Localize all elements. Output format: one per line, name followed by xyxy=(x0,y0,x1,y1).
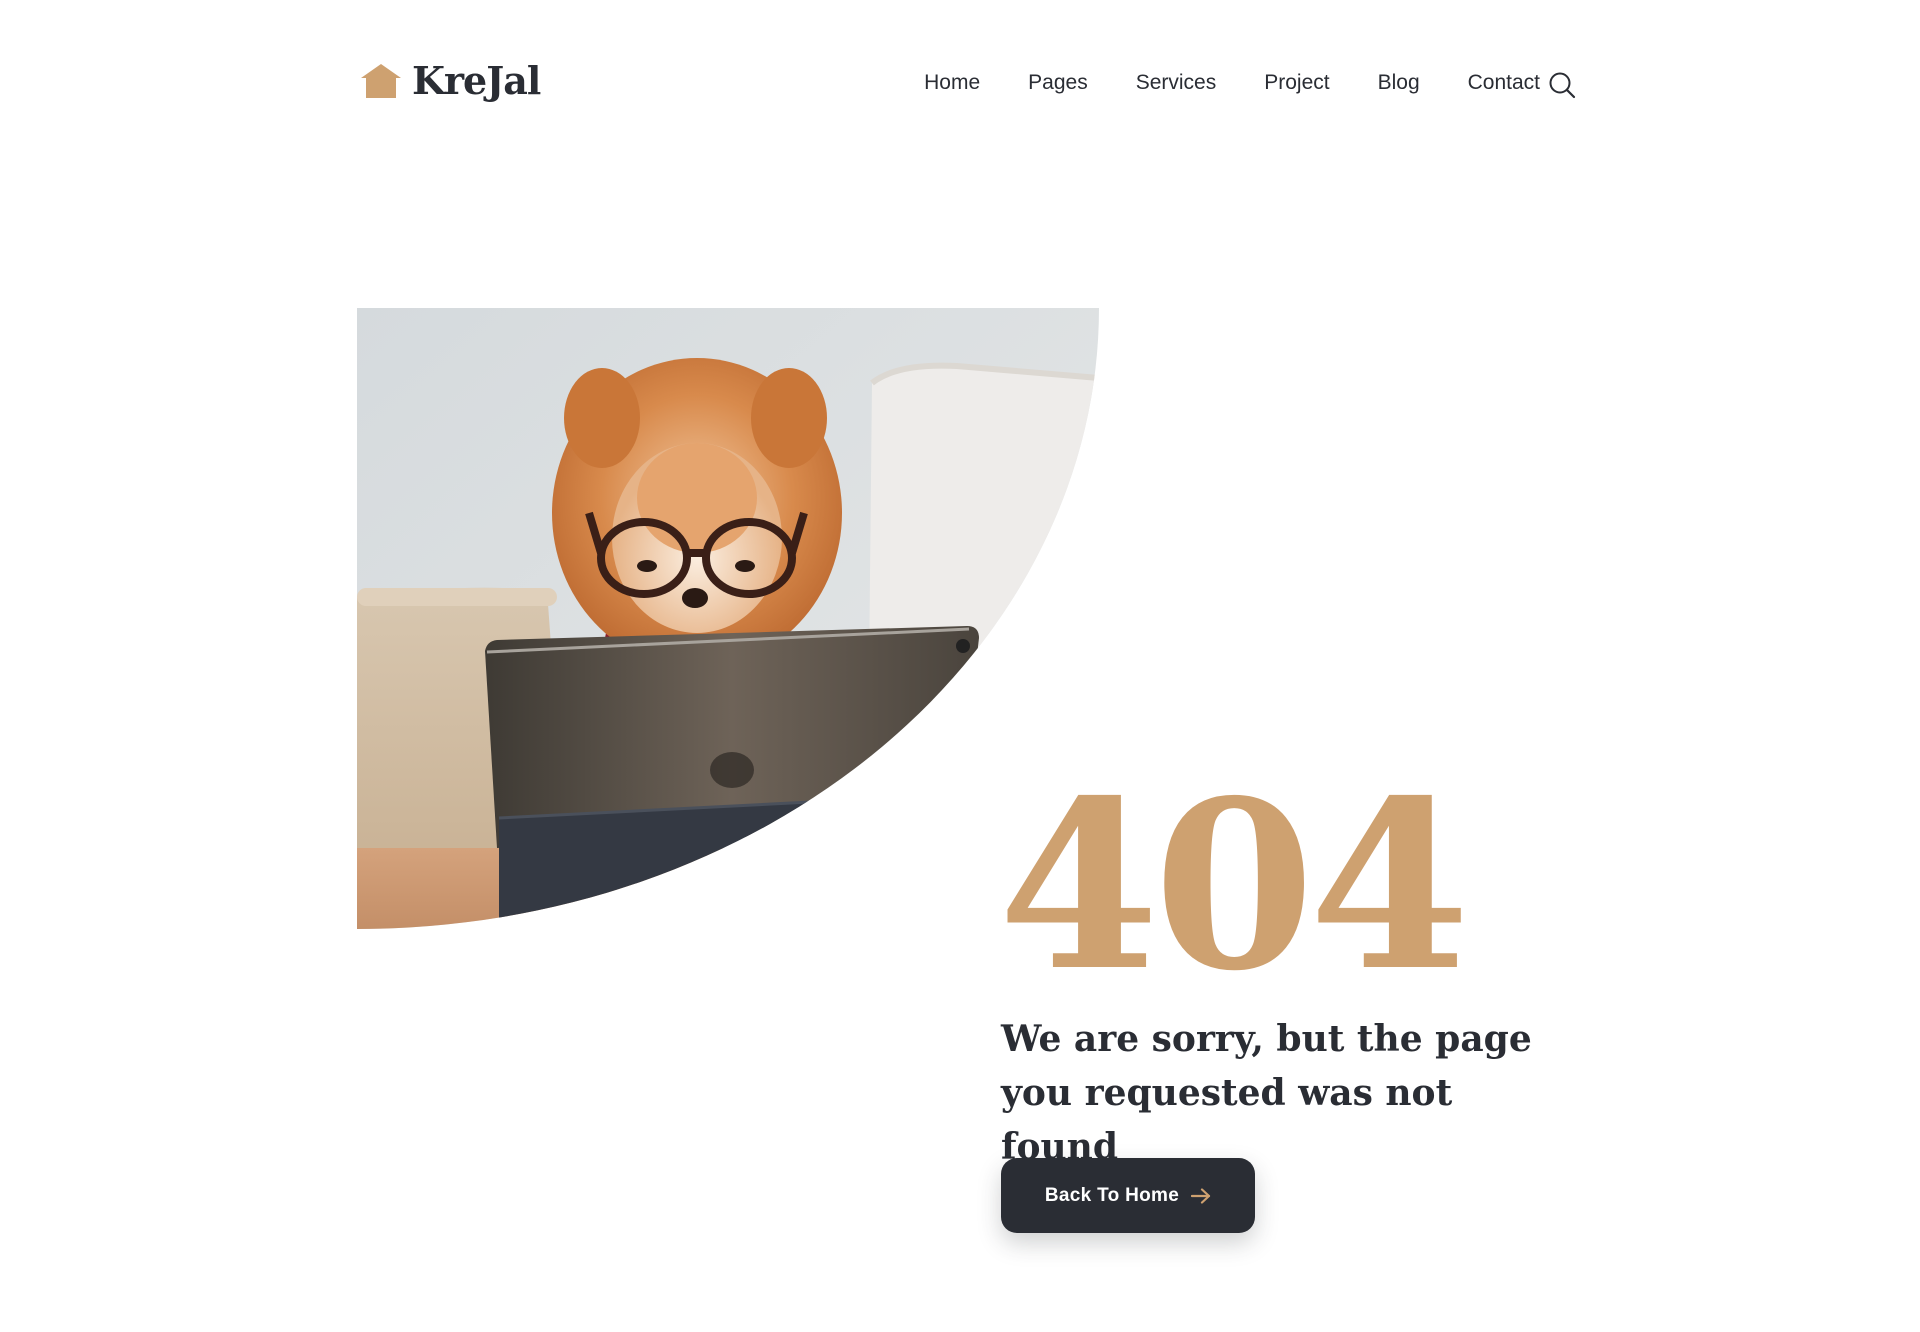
nav-item-pages[interactable]: Pages xyxy=(1028,68,1088,98)
nav-item-blog[interactable]: Blog xyxy=(1378,68,1420,98)
back-button-label: Back To Home xyxy=(1044,1184,1180,1206)
nav-item-home[interactable]: Home xyxy=(924,68,980,98)
main-nav: Home Pages Services Project Blog Contact xyxy=(924,68,1540,98)
error-message: We are sorry, but the page you requested… xyxy=(1001,1018,1557,1168)
back-to-home-button[interactable]: Back To Home xyxy=(1001,1158,1255,1233)
arrow-right-icon xyxy=(1191,1187,1211,1204)
hero-image xyxy=(357,308,1099,929)
brand-name: KreJal xyxy=(412,58,541,103)
nav-item-contact[interactable]: Contact xyxy=(1468,68,1540,98)
house-icon xyxy=(360,63,402,99)
error-code: 404 xyxy=(998,749,1470,1022)
nav-item-services[interactable]: Services xyxy=(1136,68,1217,98)
brand-logo[interactable]: KreJal xyxy=(360,58,541,103)
nav-item-project[interactable]: Project xyxy=(1264,68,1329,98)
search-icon[interactable] xyxy=(1548,71,1576,99)
